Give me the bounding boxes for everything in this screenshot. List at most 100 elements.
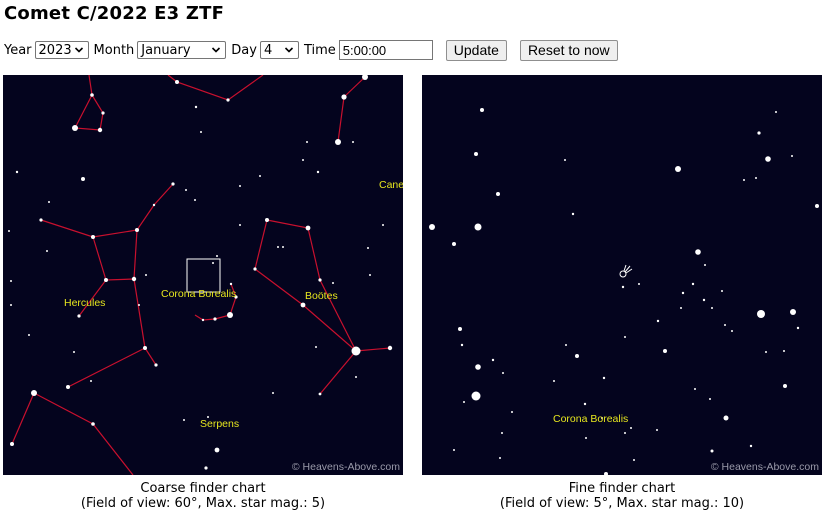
star (460, 343, 464, 347)
credit-text: © Heavens-Above.com (711, 461, 819, 473)
star (306, 141, 308, 143)
month-select[interactable]: January (137, 41, 227, 59)
star (213, 317, 217, 321)
day-select[interactable]: 4 (259, 41, 299, 59)
star (731, 330, 733, 332)
star (765, 156, 771, 162)
star (511, 411, 513, 413)
star (571, 212, 575, 216)
star (474, 152, 478, 156)
star (638, 283, 640, 285)
star (453, 449, 455, 451)
star (480, 108, 484, 112)
star (15, 170, 19, 174)
constellation-label-canes: Canes (379, 179, 403, 191)
star (474, 223, 482, 231)
star (39, 218, 43, 222)
star (183, 419, 185, 421)
star (755, 177, 757, 179)
star (691, 282, 695, 286)
chevron-down-icon (284, 47, 294, 53)
star (458, 327, 462, 331)
star (259, 175, 261, 177)
star (282, 246, 284, 248)
star (681, 291, 685, 295)
star (239, 224, 241, 226)
star (783, 384, 787, 388)
star (711, 307, 713, 309)
coarse-sky-map: Hercules Corona Borealis Boötes Serpens … (8, 75, 403, 475)
star (135, 228, 139, 232)
star (471, 391, 481, 401)
star (602, 376, 606, 380)
star (302, 159, 304, 161)
year-select[interactable]: 2023 (34, 41, 89, 59)
constellation-lines (11, 75, 391, 475)
star (341, 94, 347, 100)
star (73, 351, 75, 353)
fine-finder-chart: Corona Borealis © Heavens-Above.com (422, 75, 822, 475)
star (564, 159, 566, 161)
stars (8, 75, 393, 470)
star (663, 349, 667, 353)
time-label: Time (303, 42, 336, 58)
star (765, 351, 767, 353)
star (553, 380, 555, 382)
star (200, 131, 202, 133)
time-input[interactable] (338, 40, 433, 60)
star (253, 267, 257, 271)
star (369, 274, 371, 276)
year-value: 2023 (38, 42, 72, 58)
star (491, 358, 495, 362)
constellation-line (92, 229, 138, 281)
page-title: Comet C/2022 E3 ZTF (4, 3, 225, 24)
star (694, 388, 696, 390)
fine-chart-caption: Fine finder chart (Field of view: 5°, Ma… (412, 481, 826, 511)
star (216, 255, 218, 257)
month-value: January (141, 42, 191, 58)
star (743, 179, 745, 181)
star (194, 199, 196, 201)
star (104, 278, 108, 282)
star (583, 402, 587, 406)
star (185, 189, 187, 191)
star (332, 282, 334, 284)
star (300, 302, 306, 308)
star (152, 203, 156, 207)
star (143, 346, 147, 350)
star (757, 310, 765, 318)
star (791, 155, 793, 157)
constellation-line (254, 219, 268, 270)
star (305, 225, 311, 231)
date-time-controls: Year 2023 Month January Day 4 Time Updat… (4, 39, 631, 61)
star (749, 444, 753, 448)
star (604, 472, 608, 475)
update-button[interactable]: Update (445, 39, 507, 61)
star (316, 170, 320, 174)
star (680, 307, 682, 309)
constellation-line (167, 75, 264, 101)
star (72, 125, 78, 131)
constellation-line (254, 268, 391, 352)
star (131, 276, 137, 282)
star (204, 466, 208, 470)
star (10, 442, 14, 446)
star (656, 429, 658, 431)
star (335, 139, 341, 145)
star (702, 298, 706, 302)
star (91, 235, 95, 239)
star (90, 380, 92, 382)
star (496, 192, 500, 196)
star (723, 415, 729, 421)
star (46, 250, 48, 252)
reset-to-now-button[interactable]: Reset to now (519, 39, 618, 61)
coarse-chart-caption: Coarse finder chart (Field of view: 60°,… (0, 481, 413, 511)
star (382, 224, 384, 226)
star (227, 312, 233, 318)
constellation-label-bootes: Boötes (305, 290, 338, 302)
star (10, 304, 12, 306)
star (351, 346, 361, 356)
day-label: Day (231, 42, 257, 58)
star (624, 336, 626, 338)
constellation-label-hercules: Hercules (64, 297, 105, 309)
